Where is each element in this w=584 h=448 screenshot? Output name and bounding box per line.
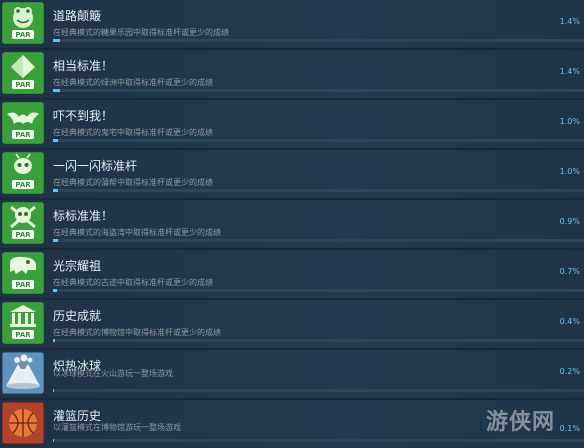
- achievement-title: 光宗耀祖: [53, 259, 102, 273]
- progress-fill: [53, 139, 59, 142]
- achievement-title: 道路颠簸: [53, 9, 102, 23]
- achievement-percent: 0.1%: [559, 424, 580, 433]
- progress-fill: [53, 289, 57, 292]
- achievement-description: 在经典模式的博物馆中取得标准杆或更少的成绩: [53, 328, 221, 337]
- progress-track: [53, 289, 584, 292]
- progress-track: [53, 239, 584, 242]
- achievement-row[interactable]: PAR 道路颠簸 在经典模式的糖果乐园中取得标准杆或更少的成绩 1.4%: [0, 0, 584, 48]
- progress-track: [53, 139, 584, 142]
- achievement-title: 相当标准！: [53, 59, 114, 73]
- achievement-percent: 1.4%: [559, 67, 580, 76]
- achievement-title: 灌篮历史: [53, 409, 102, 423]
- museum-par-badge-icon: PAR: [2, 302, 44, 344]
- achievement-percent: 1.0%: [559, 117, 580, 126]
- progress-track: [53, 439, 584, 442]
- progress-fill: [53, 189, 59, 192]
- achievement-title: 标标准准！: [53, 209, 114, 223]
- achievement-percent: 0.9%: [559, 217, 580, 226]
- progress-fill: [53, 339, 56, 342]
- par-badge-label: PAR: [15, 231, 31, 239]
- achievement-description: 在经典模式的绿洲中取得标准杆或更少的成绩: [53, 78, 213, 87]
- achievement-row[interactable]: PAR 吓不到我！ 在经典模式的鬼宅中取得标准杆或更少的成绩 1.0%: [0, 100, 584, 148]
- progress-track: [53, 189, 584, 192]
- alien-par-badge-icon: PAR: [2, 152, 44, 194]
- progress-fill: [53, 389, 55, 392]
- achievement-description: 在经典模式的糖果乐园中取得标准杆或更少的成绩: [53, 28, 229, 37]
- par-badge-label: PAR: [15, 131, 31, 139]
- achievement-percent: 0.2%: [559, 367, 580, 376]
- achievement-row[interactable]: 灌篮历史 以灌篮模式在博物馆游玩一整场游戏 0.1%: [0, 400, 584, 448]
- progress-track: [53, 89, 584, 92]
- par-badge-label: PAR: [15, 31, 31, 39]
- achievement-description: 以灌篮模式在博物馆游玩一整场游戏: [53, 423, 181, 432]
- basketball-icon: [2, 402, 44, 444]
- progress-fill: [53, 89, 61, 92]
- achievement-title: 一闪一闪标准杆: [53, 159, 138, 173]
- progress-fill: [53, 39, 61, 42]
- achievement-row[interactable]: PAR 一闪一闪标准杆 在经典模式的蒲帮中取得标准杆或更少的成绩 1.0%: [0, 150, 584, 198]
- achievement-percent: 0.7%: [559, 267, 580, 276]
- dinosaur-par-badge-icon: PAR: [2, 252, 44, 294]
- achievement-title: 历史成就: [53, 309, 102, 323]
- progress-fill: [53, 439, 54, 442]
- par-badge-label: PAR: [15, 281, 31, 289]
- progress-track: [53, 39, 584, 42]
- achievement-percent: 1.0%: [559, 167, 580, 176]
- achievement-description: 在经典模式的古迹中取得标准杆或更少的成绩: [53, 278, 213, 287]
- bat-par-badge-icon: PAR: [2, 102, 44, 144]
- achievement-description: 在经典模式的海盗湾中取得标准杆或更少的成绩: [53, 228, 221, 237]
- achievement-title: 吓不到我！: [53, 109, 114, 123]
- achievement-row[interactable]: PAR 相当标准！ 在经典模式的绿洲中取得标准杆或更少的成绩 1.4%: [0, 50, 584, 98]
- achievement-description: 在经典模式的鬼宅中取得标准杆或更少的成绩: [53, 128, 213, 137]
- par-badge-label: PAR: [15, 181, 31, 189]
- par-badge-label: PAR: [15, 81, 31, 89]
- achievement-description: 以冰球模式在火山游玩一整场游戏: [53, 369, 173, 378]
- progress-track: [53, 339, 584, 342]
- achievement-row[interactable]: PAR 历史成就 在经典模式的博物馆中取得标准杆或更少的成绩 0.4%: [0, 300, 584, 348]
- achievement-percent: 1.4%: [559, 17, 580, 26]
- skull-par-badge-icon: PAR: [2, 202, 44, 244]
- par-badge-label: PAR: [15, 331, 31, 339]
- gem-par-badge-icon: PAR: [2, 52, 44, 94]
- achievement-row[interactable]: PAR 光宗耀祖 在经典模式的古迹中取得标准杆或更少的成绩 0.7%: [0, 250, 584, 298]
- achievement-percent: 0.4%: [559, 317, 580, 326]
- progress-track: [53, 389, 584, 392]
- volcano-icon: [2, 352, 44, 394]
- progress-fill: [53, 239, 58, 242]
- achievement-row[interactable]: PAR 标标准准！ 在经典模式的海盗湾中取得标准杆或更少的成绩 0.9%: [0, 200, 584, 248]
- achievement-row[interactable]: 炽热冰球 以冰球模式在火山游玩一整场游戏 0.2%: [0, 350, 584, 398]
- achievement-description: 在经典模式的蒲帮中取得标准杆或更少的成绩: [53, 178, 213, 187]
- frog-par-badge-icon: PAR: [2, 2, 44, 44]
